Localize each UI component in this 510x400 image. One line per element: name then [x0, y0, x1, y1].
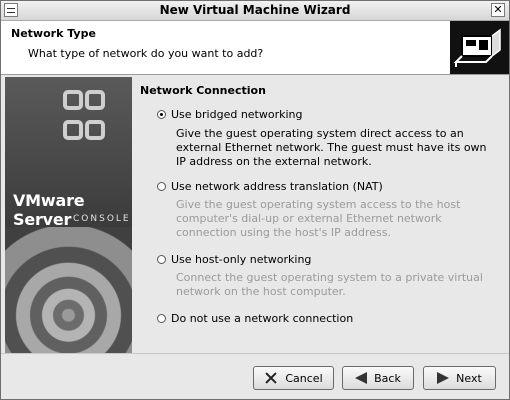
- brand-subtitle: CONSOLE: [73, 214, 131, 224]
- radio-bridged[interactable]: Use bridged networking: [157, 108, 303, 121]
- close-icon[interactable]: ✕: [491, 3, 505, 17]
- cancel-label: Cancel: [285, 371, 323, 385]
- arrow-left-icon: [355, 372, 368, 384]
- wizard-header: Network Type What type of network do you…: [1, 21, 509, 75]
- description-nat: Give the guest operating system access t…: [176, 198, 461, 239]
- cancel-button[interactable]: Cancel: [253, 366, 334, 390]
- page-title: Network Type: [11, 27, 96, 40]
- radio-indicator[interactable]: [157, 255, 166, 264]
- section-title: Network Connection: [140, 84, 266, 97]
- vmware-logo-icon: [62, 89, 106, 145]
- radio-label-bridged: Use bridged networking: [171, 108, 303, 121]
- description-bridged: Give the guest operating system direct a…: [176, 127, 487, 168]
- window-title: New Virtual Machine Wizard: [159, 3, 351, 17]
- page-subtitle: What type of network do you want to add?: [28, 47, 264, 60]
- cancel-icon: [264, 372, 278, 384]
- radio-nat[interactable]: Use network address translation (NAT): [157, 180, 383, 193]
- button-bar: Cancel Back Next: [1, 353, 509, 399]
- radio-label-nat: Use network address translation (NAT): [171, 180, 383, 193]
- back-label: Back: [374, 371, 401, 385]
- radio-indicator[interactable]: [157, 182, 166, 191]
- brand-panel: VMware Server CONSOLE: [5, 77, 132, 353]
- next-button[interactable]: Next: [423, 366, 496, 390]
- description-host-only: Connect the guest operating system to a …: [176, 271, 483, 298]
- radio-indicator[interactable]: [157, 110, 166, 119]
- content-panel: Network Connection Use bridged networkin…: [132, 77, 506, 353]
- wizard-window: New Virtual Machine Wizard ✕ Network Typ…: [0, 0, 510, 400]
- radio-no-network[interactable]: Do not use a network connection: [157, 312, 353, 325]
- next-label: Next: [456, 371, 482, 385]
- radio-indicator[interactable]: [157, 314, 166, 323]
- back-button[interactable]: Back: [342, 366, 414, 390]
- title-bar[interactable]: New Virtual Machine Wizard ✕: [1, 1, 509, 21]
- radio-host-only[interactable]: Use host-only networking: [157, 253, 311, 266]
- arrow-right-icon: [437, 372, 450, 384]
- radio-label-host-only: Use host-only networking: [171, 253, 312, 266]
- radio-label-no-network: Do not use a network connection: [171, 312, 354, 325]
- network-card-icon: [450, 21, 509, 74]
